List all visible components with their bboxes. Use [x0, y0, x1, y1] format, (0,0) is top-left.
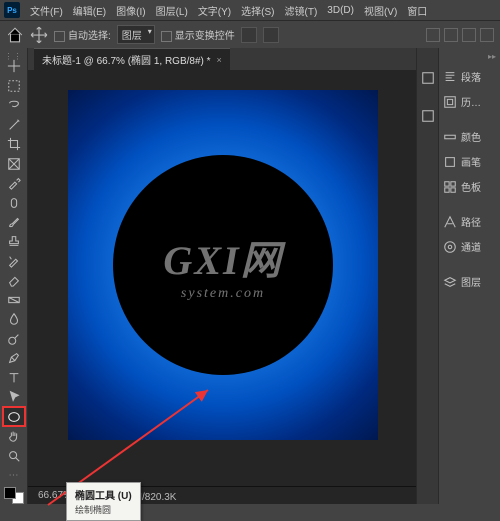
menu-3d[interactable]: 3D(D): [323, 5, 358, 16]
panel-color[interactable]: 颜色: [439, 124, 500, 149]
pen-tool[interactable]: [3, 349, 25, 367]
marquee-tool[interactable]: [3, 76, 25, 94]
tooltip-title: 椭圆工具 (U): [75, 487, 132, 502]
panel-channels[interactable]: 通道: [439, 234, 500, 259]
strip-icon-1[interactable]: [417, 68, 439, 88]
canvas[interactable]: GXI网 system.com: [68, 90, 378, 440]
menu-view[interactable]: 视图(V): [360, 3, 401, 18]
fg-color-chip[interactable]: [4, 487, 16, 499]
menu-layer[interactable]: 图层(L): [152, 3, 192, 18]
right-panel: ▸▸ 段落 历… 颜色 画笔 色板 路径 通道 图层: [438, 48, 500, 504]
close-tab-icon[interactable]: ×: [217, 55, 222, 65]
menu-file[interactable]: 文件(F): [26, 3, 67, 18]
panel-paragraph[interactable]: 段落: [439, 64, 500, 89]
panel-layers[interactable]: 图层: [439, 269, 500, 294]
menu-window[interactable]: 窗口: [403, 3, 431, 18]
panel-history[interactable]: 历…: [439, 89, 500, 114]
tooltip-desc: 绘制椭圆: [75, 503, 132, 516]
move-tool[interactable]: [3, 57, 25, 75]
document-tab[interactable]: 未标题-1 @ 66.7% (椭圆 1, RGB/8#) * ×: [34, 48, 230, 70]
menu-edit[interactable]: 编辑(E): [69, 3, 110, 18]
app-logo: Ps: [4, 2, 20, 18]
options-bar: 自动选择: 图层 显示变换控件: [0, 20, 500, 48]
workspace-icon-2[interactable]: [444, 28, 458, 42]
gradient-tool[interactable]: [3, 291, 25, 309]
move-tool-icon[interactable]: [30, 26, 48, 44]
dodge-tool[interactable]: [3, 330, 25, 348]
lasso-tool[interactable]: [3, 96, 25, 114]
brush-tool[interactable]: [3, 213, 25, 231]
right-icon-strip: [416, 48, 438, 504]
menu-image[interactable]: 图像(I): [112, 3, 149, 18]
home-icon[interactable]: [6, 26, 24, 44]
history-brush-tool[interactable]: [3, 252, 25, 270]
crop-tool[interactable]: [3, 135, 25, 153]
stamp-tool[interactable]: [3, 232, 25, 250]
workspace-icon-4[interactable]: [480, 28, 494, 42]
toolbox-handle[interactable]: ⋮⋮: [4, 52, 24, 56]
edit-toolbar[interactable]: ⋯: [3, 466, 25, 484]
menu-type[interactable]: 文字(Y): [194, 3, 235, 18]
hand-tool[interactable]: [3, 427, 25, 445]
menu-select[interactable]: 选择(S): [237, 3, 278, 18]
align-button-1[interactable]: [241, 27, 257, 43]
color-chips[interactable]: [4, 487, 24, 504]
toolbox: ⋮⋮ ⋯: [0, 48, 28, 504]
wand-tool[interactable]: [3, 115, 25, 133]
panel-brushes[interactable]: 画笔: [439, 149, 500, 174]
blur-tool[interactable]: [3, 310, 25, 328]
eraser-tool[interactable]: [3, 271, 25, 289]
type-tool[interactable]: [3, 369, 25, 387]
show-transform-option[interactable]: 显示变换控件: [161, 27, 235, 42]
workspace-icon-3[interactable]: [462, 28, 476, 42]
tool-tooltip: 椭圆工具 (U) 绘制椭圆: [66, 482, 141, 521]
align-button-2[interactable]: [263, 27, 279, 43]
zoom-tool[interactable]: [3, 446, 25, 464]
strip-icon-2[interactable]: [417, 106, 439, 126]
auto-select-option[interactable]: 自动选择:: [54, 27, 111, 42]
panel-swatches[interactable]: 色板: [439, 174, 500, 199]
frame-tool[interactable]: [3, 154, 25, 172]
collapse-panels-icon[interactable]: ▸▸: [439, 52, 500, 64]
ellipse-shape[interactable]: [113, 155, 333, 375]
healing-tool[interactable]: [3, 193, 25, 211]
menu-filter[interactable]: 滤镜(T): [281, 3, 322, 18]
eyedropper-tool[interactable]: [3, 174, 25, 192]
path-select-tool[interactable]: [3, 388, 25, 406]
ellipse-shape-tool[interactable]: [3, 407, 25, 425]
panel-paths[interactable]: 路径: [439, 209, 500, 234]
document-tab-title: 未标题-1 @ 66.7% (椭圆 1, RGB/8#) *: [42, 52, 211, 67]
layer-selector[interactable]: 图层: [117, 25, 155, 44]
workspace-icon-1[interactable]: [426, 28, 440, 42]
